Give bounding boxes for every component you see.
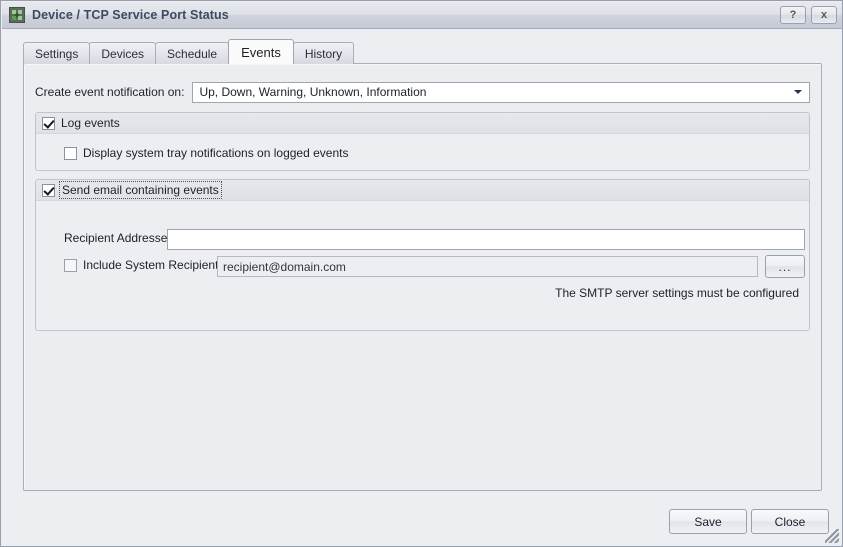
- tray-notifications-checkbox[interactable]: [64, 146, 77, 160]
- chevron-down-icon: [794, 90, 802, 94]
- recipient-addresses-input[interactable]: [167, 229, 805, 250]
- event-notification-value: Up, Down, Warning, Unknown, Information: [199, 85, 427, 99]
- event-notification-label: Create event notification on:: [35, 85, 185, 99]
- include-system-recipients-label[interactable]: Include System Recipients:: [83, 258, 228, 272]
- send-email-label[interactable]: Send email containing events: [59, 181, 222, 199]
- include-system-recipients-checkbox[interactable]: [64, 258, 77, 272]
- log-events-checkbox[interactable]: [42, 116, 55, 130]
- log-events-label[interactable]: Log events: [61, 116, 120, 130]
- close-button[interactable]: Close: [751, 509, 829, 534]
- tab-devices[interactable]: Devices: [89, 42, 157, 64]
- tab-settings[interactable]: Settings: [23, 42, 91, 64]
- save-button[interactable]: Save: [669, 509, 747, 534]
- tab-bar: Settings Devices Schedule Events History: [23, 39, 355, 64]
- tab-schedule[interactable]: Schedule: [155, 42, 230, 64]
- log-events-header: Log events: [36, 113, 809, 134]
- close-window-button[interactable]: x: [811, 6, 837, 24]
- resize-grip[interactable]: [825, 529, 839, 543]
- send-email-header: Send email containing events: [36, 180, 809, 201]
- tab-events[interactable]: Events: [228, 39, 294, 64]
- window-title: Device / TCP Service Port Status: [32, 8, 229, 22]
- browse-recipients-button[interactable]: ...: [765, 255, 805, 278]
- tray-notifications-row: Display system tray notifications on log…: [64, 146, 348, 160]
- send-email-checkbox[interactable]: [42, 183, 55, 197]
- events-tab-panel: Create event notification on: Up, Down, …: [23, 63, 822, 491]
- device-monitor-icon: [9, 7, 25, 23]
- send-email-group: Send email containing events Recipient A…: [35, 179, 810, 331]
- log-events-group: Log events Display system tray notificat…: [35, 112, 810, 171]
- recipient-addresses-label: Recipient Addresses:: [64, 231, 177, 245]
- event-notification-row: Create event notification on: Up, Down, …: [35, 81, 810, 103]
- tab-history[interactable]: History: [292, 42, 355, 64]
- event-notification-dropdown[interactable]: Up, Down, Warning, Unknown, Information: [192, 81, 810, 103]
- window-controls: ? x: [780, 6, 837, 24]
- dialog-window: Device / TCP Service Port Status ? x Set…: [0, 0, 843, 547]
- tray-notifications-label[interactable]: Display system tray notifications on log…: [83, 146, 348, 160]
- help-button[interactable]: ?: [780, 6, 806, 24]
- title-bar: Device / TCP Service Port Status ? x: [2, 2, 842, 29]
- system-recipients-input: recipient@domain.com: [217, 256, 758, 277]
- smtp-configuration-note: The SMTP server settings must be configu…: [555, 286, 799, 300]
